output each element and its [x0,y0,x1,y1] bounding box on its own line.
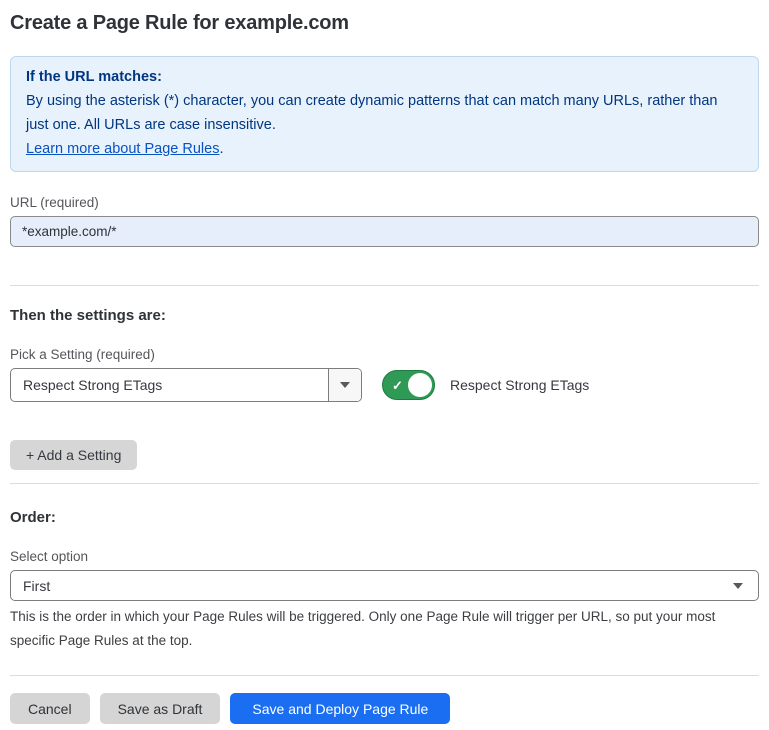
caret-down-icon [733,583,743,589]
page-rule-form: Create a Page Rule for example.com If th… [0,12,769,724]
order-select-value: First [23,578,50,594]
save-deploy-button[interactable]: Save and Deploy Page Rule [230,693,450,724]
info-box-heading: If the URL matches: [26,65,743,89]
save-draft-button[interactable]: Save as Draft [100,693,221,724]
toggle-knob [408,373,432,397]
order-help-text: This is the order in which your Page Rul… [10,605,752,653]
page-title: Create a Page Rule for example.com [10,12,759,35]
setting-dropdown[interactable]: Respect Strong ETags [10,368,362,402]
info-box-body: By using the asterisk (*) character, you… [26,89,743,137]
settings-section-heading: Then the settings are: [10,307,759,324]
cancel-button[interactable]: Cancel [10,693,90,724]
url-field-label: URL (required) [10,195,759,210]
section-divider [10,483,759,484]
url-match-info-box: If the URL matches: By using the asteris… [10,56,759,172]
setting-dropdown-value: Respect Strong ETags [11,369,328,401]
learn-more-link[interactable]: Learn more about Page Rules [26,141,219,157]
check-icon: ✓ [392,379,403,392]
link-period: . [219,141,223,157]
section-divider [10,285,759,286]
setting-toggle[interactable]: ✓ [382,370,435,400]
setting-picker-label: Pick a Setting (required) [10,347,759,362]
info-box-link-line: Learn more about Page Rules. [26,137,743,161]
footer-actions: Cancel Save as Draft Save and Deploy Pag… [10,693,759,724]
setting-toggle-label: Respect Strong ETags [450,377,589,393]
caret-down-icon [340,382,350,388]
url-input[interactable] [10,216,759,247]
order-select-label: Select option [10,549,759,564]
order-select[interactable]: First [10,570,759,601]
add-setting-button[interactable]: + Add a Setting [10,440,137,470]
setting-row: Respect Strong ETags ✓ Respect Strong ET… [10,368,759,402]
order-section-heading: Order: [10,509,759,526]
footer-divider [10,675,759,676]
setting-dropdown-arrow-button[interactable] [328,369,361,401]
